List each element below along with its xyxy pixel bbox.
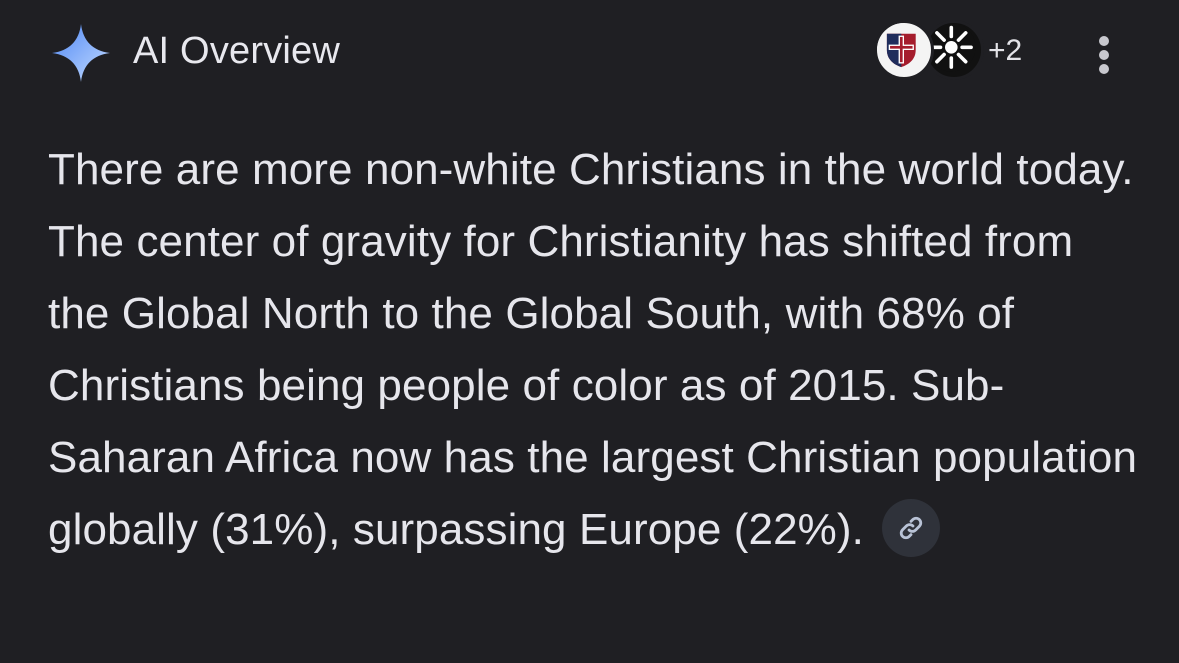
source-avatars[interactable]: +2 <box>874 20 1044 84</box>
section-title: AI Overview <box>133 30 341 72</box>
source-avatar-shield[interactable] <box>874 20 934 80</box>
sparkle-icon <box>50 22 112 84</box>
more-vertical-icon[interactable] <box>1086 32 1122 76</box>
overview-text: There are more non-white Christians in t… <box>48 145 1138 554</box>
overview-body: There are more non-white Christians in t… <box>48 134 1138 566</box>
link-icon[interactable] <box>881 499 940 558</box>
more-sources-count[interactable]: +2 <box>988 33 1022 69</box>
ai-overview-header: AI Overview +2 <box>0 0 1179 110</box>
